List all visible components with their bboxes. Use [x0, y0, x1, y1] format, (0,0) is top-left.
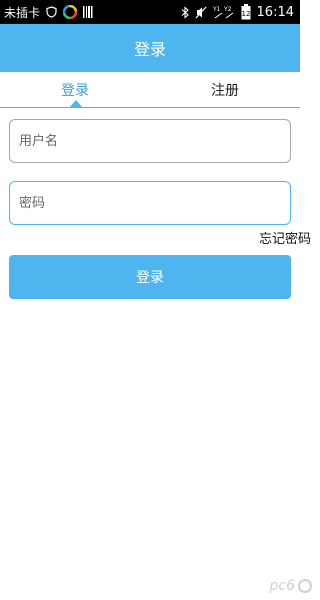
username-input[interactable]	[9, 119, 291, 163]
page-title: 登录	[133, 40, 166, 59]
battery-icon: 12	[241, 4, 251, 20]
mute-icon	[195, 6, 207, 19]
bluetooth-icon	[181, 5, 189, 19]
svg-text:Y1: Y1	[213, 6, 221, 13]
status-bar-left: 未插卡	[4, 0, 93, 24]
signal-icon: Y1 Y2	[213, 5, 235, 19]
status-bar: 未插卡 Y1 Y2 12 16:14	[0, 0, 300, 24]
forgot-password-link[interactable]: 忘记密码	[259, 228, 311, 247]
clock: 16:14	[256, 4, 294, 20]
tab-bar: 登录 注册	[0, 72, 300, 108]
app-bar: 登录	[0, 24, 300, 72]
barcode-icon	[83, 6, 93, 18]
shield-icon	[46, 6, 57, 18]
svg-text:Y2: Y2	[223, 6, 232, 13]
app-logo-icon	[63, 5, 78, 19]
watermark-text: pc6	[269, 578, 296, 594]
tab-register[interactable]: 注册	[150, 72, 300, 107]
status-bar-right: Y1 Y2 12 16:14	[181, 0, 294, 24]
watermark-logo-icon	[298, 579, 312, 593]
battery-level: 12	[241, 10, 250, 18]
login-button[interactable]: 登录	[9, 255, 291, 299]
watermark: pc6	[269, 578, 312, 594]
password-input[interactable]	[9, 181, 291, 225]
carrier-label: 未插卡	[4, 5, 41, 20]
active-tab-indicator	[69, 100, 83, 108]
